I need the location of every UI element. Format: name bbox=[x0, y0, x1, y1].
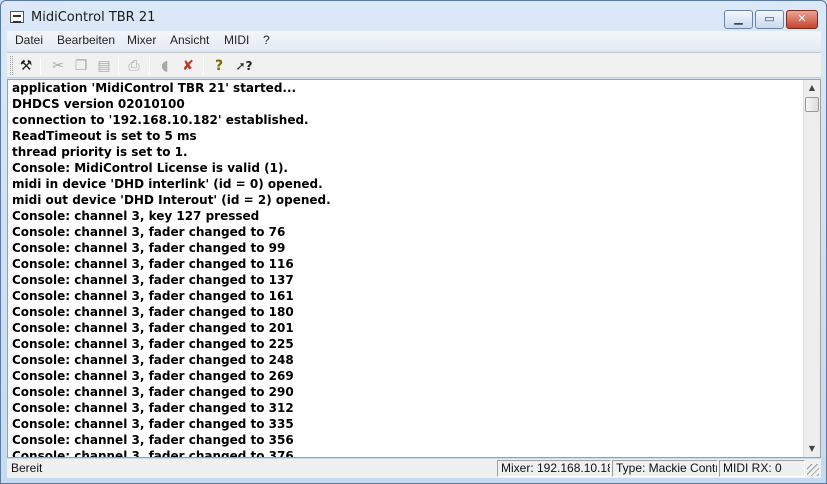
copy-icon: ❐ bbox=[74, 58, 88, 74]
menu-bearbeiten[interactable]: Bearbeiten bbox=[57, 33, 115, 47]
connect-button[interactable]: ◖ bbox=[155, 56, 175, 76]
log-view[interactable]: application 'MidiControl TBR 21' started… bbox=[7, 79, 821, 458]
log-line: Console: channel 3, fader changed to 137 bbox=[12, 273, 294, 287]
toolbar-separator bbox=[40, 57, 41, 75]
status-bar: Bereit Mixer: 192.168.10.182 Type: Macki… bbox=[7, 459, 821, 478]
scroll-thumb[interactable] bbox=[805, 97, 819, 112]
disconnect-icon: ✘ bbox=[182, 58, 194, 74]
log-line: Console: channel 3, fader changed to 161 bbox=[12, 289, 294, 303]
log-line: Console: channel 3, fader changed to 356 bbox=[12, 433, 294, 447]
log-line: application 'MidiControl TBR 21' started… bbox=[12, 81, 297, 95]
toolbar: ⚒ ✂ ❐ ▤ ⎙ ◖ ✘ ? ➚? bbox=[7, 52, 821, 78]
disconnect-button[interactable]: ✘ bbox=[178, 56, 198, 76]
vertical-scrollbar[interactable]: ▲ ▼ bbox=[803, 80, 820, 457]
title-bar[interactable]: MidiControl TBR 21 ▁ ▭ ✕ bbox=[1, 1, 826, 31]
log-line: Console: channel 3, key 127 pressed bbox=[12, 209, 260, 223]
context-help-icon: ➚? bbox=[235, 59, 253, 73]
status-mixer: Mixer: 192.168.10.182 bbox=[497, 460, 611, 477]
window-title: MidiControl TBR 21 bbox=[31, 10, 156, 25]
maximize-button[interactable]: ▭ bbox=[755, 10, 784, 29]
paste-button[interactable]: ▤ bbox=[94, 56, 114, 76]
copy-button[interactable]: ❐ bbox=[71, 56, 91, 76]
log-line: connection to '192.168.10.182' establish… bbox=[12, 113, 309, 127]
hammer-button[interactable]: ⚒ bbox=[16, 56, 36, 76]
log-line: Console: channel 3, fader changed to 312 bbox=[12, 401, 294, 415]
app-window: MidiControl TBR 21 ▁ ▭ ✕ Datei Bearbeite… bbox=[0, 0, 827, 484]
status-type: Type: Mackie Contr bbox=[612, 460, 718, 477]
maximize-icon: ▭ bbox=[764, 12, 775, 25]
print-button[interactable]: ⎙ bbox=[124, 56, 144, 76]
log-line: Console: channel 3, fader changed to 99 bbox=[12, 241, 286, 255]
log-line: Console: channel 3, fader changed to 116 bbox=[12, 257, 294, 271]
log-line: Console: channel 3, fader changed to 201 bbox=[12, 321, 294, 335]
toolbar-separator bbox=[118, 57, 119, 75]
status-midi-rx: MIDI RX: 0 bbox=[719, 460, 805, 477]
toolbar-grip[interactable] bbox=[10, 56, 13, 75]
context-help-button[interactable]: ➚? bbox=[232, 56, 256, 76]
menu-midi[interactable]: MIDI bbox=[224, 33, 249, 47]
paste-icon: ▤ bbox=[97, 58, 111, 74]
menu-mixer[interactable]: Mixer bbox=[127, 33, 156, 47]
toolbar-separator bbox=[149, 57, 150, 75]
cut-button[interactable]: ✂ bbox=[48, 56, 68, 76]
cut-icon: ✂ bbox=[52, 58, 64, 74]
log-line: thread priority is set to 1. bbox=[12, 145, 188, 159]
log-line: Console: channel 3, fader changed to 76 bbox=[12, 225, 286, 239]
menu-ansicht[interactable]: Ansicht bbox=[170, 33, 209, 47]
log-line: Console: channel 3, fader changed to 335 bbox=[12, 417, 294, 431]
hammer-icon: ⚒ bbox=[19, 58, 33, 74]
help-button[interactable]: ? bbox=[209, 56, 229, 76]
log-line: midi in device 'DHD interlink' (id = 0) … bbox=[12, 177, 323, 191]
log-line: Console: channel 3, fader changed to 180 bbox=[12, 305, 294, 319]
log-line: Console: channel 3, fader changed to 225 bbox=[12, 337, 294, 351]
resize-grip-icon[interactable] bbox=[807, 464, 819, 476]
close-icon: ✕ bbox=[797, 12, 807, 25]
print-icon: ⎙ bbox=[128, 58, 140, 74]
close-button[interactable]: ✕ bbox=[786, 10, 818, 29]
scroll-down-icon[interactable]: ▼ bbox=[804, 441, 820, 457]
log-line: Console: channel 3, fader changed to 376 bbox=[12, 449, 294, 458]
log-list: application 'MidiControl TBR 21' started… bbox=[12, 80, 802, 458]
scroll-up-icon[interactable]: ▲ bbox=[804, 80, 820, 96]
minimize-icon: ▁ bbox=[734, 12, 743, 25]
log-line: Console: channel 3, fader changed to 248 bbox=[12, 353, 294, 367]
status-text: Bereit bbox=[11, 461, 43, 475]
log-line: Console: channel 3, fader changed to 290 bbox=[12, 385, 294, 399]
menu-help[interactable]: ? bbox=[263, 33, 270, 47]
log-line: Console: channel 3, fader changed to 269 bbox=[12, 369, 294, 383]
minimize-button[interactable]: ▁ bbox=[724, 10, 753, 29]
log-line: DHDCS version 02010100 bbox=[12, 97, 185, 111]
toolbar-separator bbox=[203, 57, 204, 75]
help-icon: ? bbox=[214, 58, 224, 74]
menu-datei[interactable]: Datei bbox=[15, 33, 43, 47]
log-line: ReadTimeout is set to 5 ms bbox=[12, 129, 197, 143]
log-line: Console: MidiControl License is valid (1… bbox=[12, 161, 288, 175]
menu-bar: Datei Bearbeiten Mixer Ansicht MIDI ? bbox=[7, 31, 821, 50]
log-line: midi out device 'DHD Interout' (id = 2) … bbox=[12, 193, 331, 207]
connect-icon: ◖ bbox=[161, 58, 169, 74]
app-icon[interactable] bbox=[10, 11, 24, 23]
